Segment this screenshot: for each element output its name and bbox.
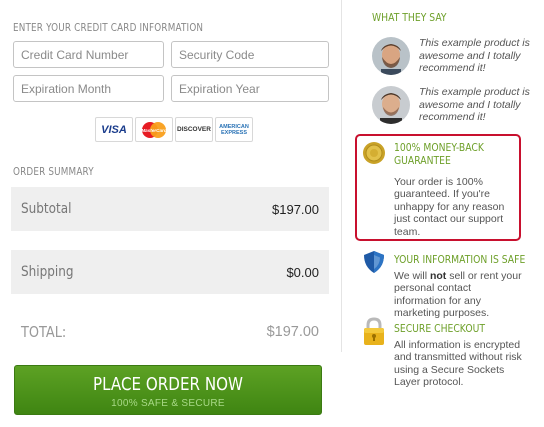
- subtotal-value: $197.00: [272, 201, 319, 217]
- secure-checkout-title: SECURE CHECKOUT: [394, 322, 486, 335]
- mastercard-logo-text: MasterCard: [141, 128, 166, 133]
- total-value: $197.00: [266, 324, 319, 340]
- mastercard-logo: MasterCard: [135, 117, 173, 142]
- security-code-input[interactable]: [171, 41, 329, 68]
- accepted-cards: VISA MasterCard DISCOVER AMERICAN EXPRESS: [95, 117, 253, 142]
- money-back-text: Your order is 100% guaranteed. If you're…: [394, 176, 505, 238]
- testimonial-item: This example product is awesome and I to…: [372, 37, 531, 75]
- place-order-sublabel: 100% SAFE & SECURE: [111, 398, 225, 409]
- total-row: TOTAL: $197.00: [11, 312, 329, 352]
- shipping-row: Shipping $0.00: [11, 250, 329, 294]
- place-order-label: PLACE ORDER NOW: [93, 374, 243, 395]
- testimonial-item: This example product is awesome and I to…: [372, 86, 531, 124]
- testimonials-title: WHAT THEY SAY: [372, 11, 447, 24]
- secure-checkout-text: All information is encrypted and transmi…: [394, 339, 522, 389]
- avatar: [372, 37, 410, 75]
- card-section-title: ENTER YOUR CREDIT CARD INFORMATION: [13, 22, 204, 34]
- testimonial-quote: This example product is awesome and I to…: [419, 86, 530, 123]
- info-safe-text: We will not sell or rent your personal c…: [394, 270, 522, 320]
- shield-icon: [364, 251, 384, 273]
- padlock-icon: [364, 317, 384, 345]
- discover-logo: DISCOVER: [175, 117, 213, 142]
- subtotal-label: Subtotal: [21, 201, 72, 217]
- subtotal-row: Subtotal $197.00: [11, 187, 329, 231]
- expiration-month-input[interactable]: [13, 75, 164, 102]
- money-back-title: 100% MONEY-BACK GUARANTEE: [394, 141, 484, 167]
- shipping-value: $0.00: [286, 264, 319, 280]
- info-safe-title: YOUR INFORMATION IS SAFE: [394, 253, 526, 266]
- avatar: [372, 86, 410, 124]
- shipping-label: Shipping: [21, 264, 74, 280]
- checkout-form: ENTER YOUR CREDIT CARD INFORMATION VISA …: [0, 0, 340, 427]
- expiration-year-input[interactable]: [171, 75, 329, 102]
- card-number-input[interactable]: [13, 41, 164, 68]
- amex-logo: AMERICAN EXPRESS: [215, 117, 253, 142]
- testimonial-quote: This example product is awesome and I to…: [419, 37, 530, 74]
- gold-seal-icon: [363, 142, 385, 164]
- total-label: TOTAL:: [21, 323, 67, 341]
- visa-logo: VISA: [95, 117, 133, 142]
- place-order-button[interactable]: PLACE ORDER NOW 100% SAFE & SECURE: [14, 365, 322, 415]
- order-summary-title: ORDER SUMMARY: [13, 166, 94, 178]
